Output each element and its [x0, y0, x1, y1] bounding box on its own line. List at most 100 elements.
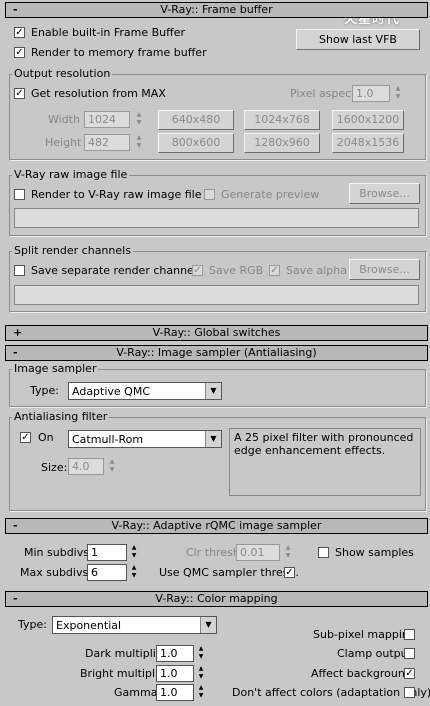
- spinner-arrows-icon[interactable]: ▲ ▼: [129, 544, 139, 561]
- show-last-vfb-button[interactable]: Show last VFB: [296, 29, 420, 50]
- width-label: Width: [48, 113, 80, 126]
- width-value[interactable]: 1024: [84, 111, 130, 128]
- spinner-arrows-icon[interactable]: ▲ ▼: [134, 134, 144, 151]
- rollout-frame-buffer[interactable]: - V-Ray:: Frame buffer: [5, 2, 428, 18]
- generate-preview-label: Generate preview: [221, 188, 320, 201]
- dont-affect-colors-checkbox[interactable]: [404, 687, 415, 698]
- image-sampler-label: Image sampler: [12, 362, 99, 375]
- filter-on-checkbox[interactable]: ✓: [20, 432, 31, 443]
- raw-browse-button[interactable]: Browse...: [349, 183, 420, 204]
- chevron-down-icon[interactable]: ▼: [200, 617, 216, 633]
- get-resolution-label: Get resolution from MAX: [31, 87, 166, 100]
- gamma-value[interactable]: 1.0: [156, 684, 194, 701]
- show-samples-label: Show samples: [335, 546, 414, 559]
- rollout-title: V-Ray:: Adaptive rQMC image sampler: [111, 519, 322, 532]
- filter-description: A 25 pixel filter with pronounced edge e…: [229, 428, 421, 496]
- color-mapping-type-label: Type:: [18, 618, 47, 631]
- save-rgb-checkbox[interactable]: ✓: [192, 265, 203, 276]
- height-spinner[interactable]: 482 ▲ ▼: [84, 134, 146, 151]
- gamma-label: Gamma:: [114, 686, 162, 699]
- preset-1280x960-button[interactable]: 1280x960: [244, 133, 320, 153]
- show-samples-checkbox[interactable]: [318, 547, 329, 558]
- split-channels-label: Split render channels: [12, 244, 133, 257]
- save-separate-checkbox[interactable]: [14, 265, 25, 276]
- sampler-type-label: Type:: [30, 384, 59, 397]
- min-subdivs-label: Min subdivs:: [24, 546, 93, 559]
- gamma-spinner[interactable]: 1.0 ▲ ▼: [156, 684, 206, 701]
- dark-multiplier-value[interactable]: 1.0: [156, 645, 194, 662]
- bright-multiplier-value[interactable]: 1.0: [156, 665, 194, 682]
- rollout-color-mapping[interactable]: - V-Ray:: Color mapping: [5, 591, 428, 607]
- save-alpha-checkbox[interactable]: ✓: [269, 265, 280, 276]
- sampler-type-dropdown[interactable]: Adaptive QMC ▼: [68, 382, 222, 400]
- max-subdivs-value[interactable]: 6: [87, 564, 127, 581]
- spinner-arrows-icon[interactable]: ▲ ▼: [107, 458, 117, 475]
- output-resolution-label: Output resolution: [12, 67, 113, 80]
- dark-multiplier-spinner[interactable]: 1.0 ▲ ▼: [156, 645, 206, 662]
- rollout-title: V-Ray:: Frame buffer: [160, 3, 273, 16]
- sub-pixel-mapping-checkbox[interactable]: [404, 629, 415, 640]
- sampler-type-value: Adaptive QMC: [72, 385, 151, 398]
- raw-file-path-field[interactable]: [14, 208, 419, 228]
- split-file-path-field[interactable]: [14, 285, 419, 305]
- preset-1600x1200-button[interactable]: 1600x1200: [332, 110, 404, 130]
- filter-size-value[interactable]: 4.0: [68, 458, 104, 475]
- spinner-arrows-icon[interactable]: ▲ ▼: [283, 544, 293, 561]
- enable-vfb-label: Enable built-in Frame Buffer: [31, 26, 185, 39]
- get-resolution-checkbox[interactable]: ✓: [14, 88, 25, 99]
- render-raw-label: Render to V-Ray raw image file: [31, 188, 202, 201]
- generate-preview-checkbox[interactable]: [204, 189, 215, 200]
- spinner-arrows-icon[interactable]: ▲ ▼: [196, 645, 206, 662]
- affect-background-label: Affect background: [311, 667, 412, 680]
- save-alpha-label: Save alpha: [286, 264, 347, 277]
- render-memory-label: Render to memory frame buffer: [31, 46, 207, 59]
- chevron-down-icon[interactable]: ▼: [205, 383, 221, 399]
- pixel-aspect-label: Pixel aspect:: [290, 87, 360, 100]
- filter-size-spinner[interactable]: 4.0 ▲ ▼: [68, 458, 118, 475]
- rollout-title: V-Ray:: Global switches: [152, 326, 281, 339]
- rollout-image-sampler[interactable]: - V-Ray:: Image sampler (Antialiasing): [5, 345, 428, 361]
- use-qmc-checkbox[interactable]: ✓: [284, 567, 295, 578]
- max-subdivs-spinner[interactable]: 6 ▲ ▼: [87, 564, 139, 581]
- preset-640x480-button[interactable]: 640x480: [158, 110, 234, 130]
- clr-thresh-spinner[interactable]: 0.01 ▲ ▼: [236, 544, 294, 561]
- preset-800x600-button[interactable]: 800x600: [158, 133, 234, 153]
- bright-multiplier-spinner[interactable]: 1.0 ▲ ▼: [156, 665, 206, 682]
- spinner-arrows-icon[interactable]: ▲ ▼: [134, 111, 144, 128]
- width-spinner[interactable]: 1024 ▲ ▼: [84, 111, 146, 128]
- clr-thresh-value[interactable]: 0.01: [236, 544, 280, 561]
- chevron-down-icon[interactable]: ▼: [205, 431, 221, 447]
- min-subdivs-spinner[interactable]: 1 ▲ ▼: [87, 544, 139, 561]
- render-memory-checkbox[interactable]: ✓: [14, 47, 25, 58]
- affect-background-checkbox[interactable]: ✓: [404, 668, 415, 679]
- rollout-adaptive-qmc[interactable]: - V-Ray:: Adaptive rQMC image sampler: [5, 518, 428, 534]
- spinner-arrows-icon[interactable]: ▲ ▼: [196, 684, 206, 701]
- preset-1024x768-button[interactable]: 1024x768: [244, 110, 320, 130]
- height-label: Height: [45, 136, 82, 149]
- spinner-arrows-icon[interactable]: ▲ ▼: [129, 564, 139, 581]
- pixel-aspect-value[interactable]: 1.0: [352, 85, 390, 102]
- rollout-title: V-Ray:: Image sampler (Antialiasing): [116, 346, 317, 359]
- color-mapping-type-dropdown[interactable]: Exponential ▼: [52, 616, 217, 634]
- raw-image-label: V-Ray raw image file: [12, 168, 130, 181]
- filter-size-label: Size:: [41, 461, 68, 474]
- min-subdivs-value[interactable]: 1: [87, 544, 127, 561]
- max-subdivs-label: Max subdivs:: [20, 566, 92, 579]
- enable-vfb-checkbox[interactable]: ✓: [14, 27, 25, 38]
- clr-thresh-label: Clr thresh:: [186, 546, 244, 559]
- preset-2048x1536-button[interactable]: 2048x1536: [332, 133, 404, 153]
- render-raw-checkbox[interactable]: [14, 189, 25, 200]
- save-rgb-label: Save RGB: [209, 264, 264, 277]
- save-separate-label: Save separate render channels: [31, 264, 203, 277]
- rollout-global-switches[interactable]: + V-Ray:: Global switches: [5, 325, 428, 341]
- pixel-aspect-spinner[interactable]: 1.0 ▲ ▼: [352, 85, 404, 102]
- dont-affect-colors-label: Don't affect colors (adaptation only): [232, 686, 430, 699]
- filter-type-value: Catmull-Rom: [72, 433, 144, 446]
- clamp-output-checkbox[interactable]: [404, 648, 415, 659]
- height-value[interactable]: 482: [84, 134, 130, 151]
- spinner-arrows-icon[interactable]: ▲ ▼: [393, 85, 403, 102]
- split-browse-button[interactable]: Browse...: [349, 259, 420, 280]
- spinner-arrows-icon[interactable]: ▲ ▼: [196, 665, 206, 682]
- use-qmc-label: Use QMC sampler thresh.: [159, 566, 299, 579]
- filter-type-dropdown[interactable]: Catmull-Rom ▼: [68, 430, 222, 448]
